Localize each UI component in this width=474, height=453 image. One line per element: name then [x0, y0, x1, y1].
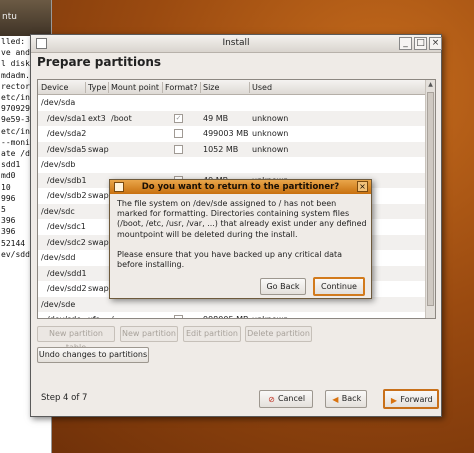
cell-device: /dev/sdb2	[47, 191, 87, 200]
column-device[interactable]: Device	[41, 83, 68, 92]
continue-button[interactable]: Continue	[313, 277, 365, 296]
forward-button[interactable]: ▶ Forward	[383, 389, 439, 409]
dialog-titlebar[interactable]: Do you want to return to the partitioner…	[110, 180, 371, 194]
column-divider	[108, 82, 109, 93]
window-titlebar[interactable]: Install _ □ ×	[31, 35, 442, 53]
go-back-button[interactable]: Go Back	[260, 278, 306, 295]
column-size[interactable]: Size	[203, 83, 219, 92]
column-type[interactable]: Type	[88, 83, 106, 92]
cell-device: /dev/sdd2	[47, 284, 87, 293]
scroll-thumb[interactable]	[427, 92, 434, 306]
cell-device: /dev/sdb1	[47, 175, 87, 185]
forward-arrow-icon: ▶	[390, 396, 397, 405]
cell-used: unknown	[252, 315, 288, 318]
forward-label: Forward	[400, 395, 433, 404]
cell-device: /dev/sdc	[41, 206, 75, 216]
confirmation-dialog: Do you want to return to the partitioner…	[109, 179, 372, 299]
cell-used: unknown	[252, 144, 289, 154]
undo-changes-button[interactable]: Undo changes to partitions	[37, 347, 149, 363]
new-partition-table-button[interactable]: New partition table	[37, 326, 115, 352]
table-header: Device Type Mount point Format? Size Use…	[38, 80, 435, 95]
table-row[interactable]: /dev/sda5 swap 1052 MB unknown	[38, 141, 435, 157]
column-divider	[249, 82, 250, 93]
cell-type: ext3	[88, 113, 106, 123]
cell-device: /dev/sda1	[47, 113, 87, 123]
column-format[interactable]: Format?	[165, 83, 197, 92]
scroll-up-arrow-icon[interactable]: ▲	[426, 80, 435, 90]
maximize-button[interactable]: □	[414, 37, 427, 50]
back-label: Back	[341, 394, 362, 403]
dialog-backup-text: Please ensure that you have backed up an…	[117, 249, 343, 270]
cell-device: /dev/sdc1	[47, 222, 86, 231]
column-divider	[162, 82, 163, 93]
back-button[interactable]: ◀ Back	[325, 390, 367, 408]
cell-used: unknown	[252, 113, 289, 123]
format-checkbox[interactable]	[174, 144, 183, 154]
column-divider	[85, 82, 86, 93]
cell-device: /dev/sda2	[47, 129, 87, 138]
cell-mount: /boot	[111, 113, 132, 123]
cell-used: unknown	[252, 129, 289, 138]
cell-size: 499003 MB	[203, 129, 249, 138]
dialog-warning-text: The file system on /dev/sde assigned to …	[117, 199, 367, 239]
cell-device: /dev/sdd	[41, 253, 76, 262]
cancel-icon: ⊘	[268, 395, 275, 404]
column-mount-point[interactable]: Mount point	[111, 83, 159, 92]
page-title: Prepare partitions	[37, 55, 162, 69]
format-checkbox[interactable]	[174, 315, 183, 318]
cell-type: swap	[88, 284, 109, 293]
table-row[interactable]: /dev/sda1 ext3/boot 49 MB unknown ✓	[38, 110, 435, 126]
cancel-button[interactable]: ⊘ Cancel	[259, 390, 313, 408]
table-row[interactable]: /dev/sdb	[38, 157, 435, 173]
step-indicator: Step 4 of 7	[41, 393, 88, 403]
cell-type: xfs	[88, 315, 100, 318]
cell-device: /dev/sdc2	[47, 237, 86, 247]
window-title: Install	[222, 38, 250, 48]
table-scrollbar[interactable]: ▲	[425, 80, 435, 318]
cell-size: 49 MB	[203, 113, 229, 123]
edit-partition-button[interactable]: Edit partition	[183, 326, 241, 342]
back-arrow-icon: ◀	[332, 395, 339, 404]
dialog-close-icon[interactable]: ×	[357, 181, 368, 192]
terminal-title: ntu	[0, 0, 51, 36]
table-row[interactable]: /dev/sda	[38, 95, 435, 111]
cell-size: 1052 MB	[203, 144, 239, 154]
cell-type: swap	[88, 191, 109, 200]
dialog-message: The file system on /dev/sde assigned to …	[117, 199, 367, 270]
column-divider	[200, 82, 201, 93]
cell-type: swap	[88, 144, 109, 154]
format-checkbox[interactable]: ✓	[174, 113, 183, 123]
delete-partition-button[interactable]: Delete partition	[245, 326, 312, 342]
cell-device: /dev/sdd1	[47, 268, 87, 278]
cell-device: /dev/sde	[41, 299, 76, 309]
cell-device: /dev/sda	[41, 98, 76, 107]
close-button[interactable]: ×	[429, 37, 442, 50]
cell-type: swap	[88, 237, 109, 247]
cell-device: /dev/sda5	[47, 144, 87, 154]
cell-device: /dev/sde	[47, 315, 81, 318]
table-row[interactable]: /dev/sde xfs / 998005 MB unknown	[38, 312, 435, 318]
format-checkbox[interactable]	[174, 129, 183, 138]
dialog-title: Do you want to return to the partitioner…	[141, 182, 340, 192]
cell-device: /dev/sdb	[41, 160, 76, 169]
cancel-label: Cancel	[277, 394, 306, 403]
cell-size: 998005 MB	[203, 315, 248, 318]
minimize-button[interactable]: _	[399, 37, 412, 50]
new-partition-button[interactable]: New partition	[120, 326, 178, 342]
cell-mount: /	[111, 315, 114, 318]
column-used[interactable]: Used	[252, 83, 272, 92]
table-row[interactable]: /dev/sda2 499003 MB unknown	[38, 126, 435, 142]
